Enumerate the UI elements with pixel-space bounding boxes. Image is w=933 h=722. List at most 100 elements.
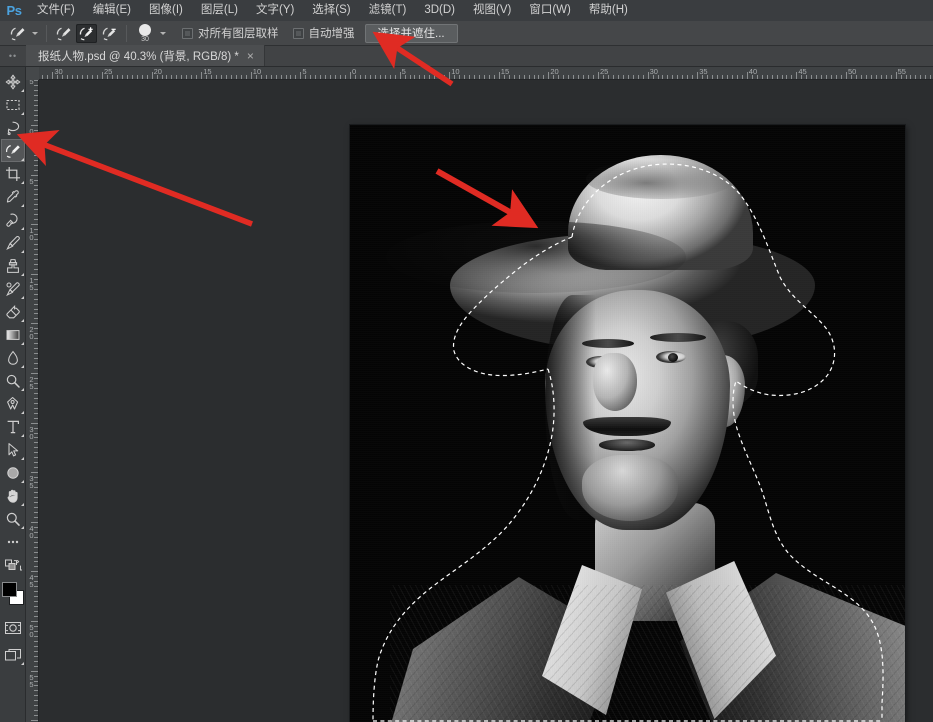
ruler-tick [34, 259, 38, 260]
auto-enhance-checkbox[interactable]: 自动增强 [293, 25, 355, 41]
menu-view[interactable]: 视图(V) [464, 0, 520, 21]
ruler-tick [34, 189, 38, 190]
eraser-tool[interactable] [1, 300, 25, 323]
ruler-tick [578, 75, 579, 79]
menu-image[interactable]: 图像(I) [140, 0, 192, 21]
menu-layer[interactable]: 图层(L) [192, 0, 247, 21]
ruler-tick [786, 75, 787, 79]
lasso-tool[interactable] [1, 116, 25, 139]
ruler-tick [34, 502, 38, 503]
menu-select[interactable]: 选择(S) [303, 0, 359, 21]
quick-selection-icon[interactable] [7, 24, 28, 43]
quick-selection-tool[interactable] [1, 139, 25, 162]
canvas-workspace[interactable] [39, 80, 933, 722]
eyebrow-left [582, 339, 634, 348]
ruler-tick [667, 75, 668, 79]
ruler-tick [777, 75, 778, 79]
menu-type[interactable]: 文字(Y) [247, 0, 303, 21]
ruler-tick [414, 75, 415, 79]
ruler-tick [325, 75, 326, 79]
document-tab[interactable]: 报纸人物.psd @ 40.3% (背景, RGB/8) * × [26, 45, 265, 66]
select-and-mask-button[interactable]: 选择并遮住... [365, 24, 458, 43]
ruler-tick [34, 512, 38, 513]
tool-preset-chevron-down-icon[interactable] [29, 24, 40, 43]
ruler-tick [34, 368, 38, 369]
ruler-tick [34, 561, 38, 562]
tool-expand-triangle-icon [21, 181, 24, 184]
ruler-label: 5 [400, 67, 406, 76]
brush-size-preview[interactable]: 30 [133, 22, 157, 44]
ruler-tick [826, 75, 827, 79]
path-selection-tool[interactable] [1, 438, 25, 461]
ruler-tick [429, 75, 430, 79]
horizontal-ruler[interactable]: 302520151050510152025303540455055 [26, 67, 933, 80]
ellipse-shape-tool[interactable] [1, 461, 25, 484]
screen-mode-button[interactable] [1, 643, 25, 666]
blur-tool[interactable] [1, 346, 25, 369]
gradient-tool[interactable] [1, 323, 25, 346]
ruler-tick [286, 75, 287, 79]
ruler-tick [34, 204, 38, 205]
vertical-ruler[interactable]: 50510152025303540455055 [26, 80, 39, 722]
ruler-tick [816, 75, 817, 79]
brush-picker-chevron-down-icon[interactable] [157, 24, 168, 43]
sample-all-layers-checkbox[interactable]: 对所有图层取样 [182, 25, 279, 41]
ruler-tick [34, 547, 38, 548]
dodge-tool[interactable] [1, 369, 25, 392]
eyedropper-tool[interactable] [1, 185, 25, 208]
ruler-tick [330, 75, 331, 79]
ruler-tick [226, 75, 227, 79]
add-to-selection-mode[interactable] [76, 24, 97, 43]
menu-window[interactable]: 窗口(W) [520, 0, 580, 21]
ruler-tick [34, 269, 38, 270]
ruler-label: 5 [27, 177, 36, 184]
ruler-tick [34, 145, 38, 146]
history-brush-tool[interactable] [1, 277, 25, 300]
subtract-from-selection-mode[interactable] [99, 24, 120, 43]
ruler-tick [31, 373, 38, 374]
menu-edit[interactable]: 编辑(E) [84, 0, 140, 21]
ruler-label: 25 [102, 67, 112, 76]
type-tool[interactable] [1, 415, 25, 438]
tool-expand-triangle-icon [21, 526, 24, 529]
menu-help[interactable]: 帮助(H) [580, 0, 637, 21]
eyebrow-right [650, 333, 706, 342]
menu-file[interactable]: 文件(F) [28, 0, 84, 21]
crop-tool[interactable] [1, 162, 25, 185]
rectangular-marquee-tool[interactable] [1, 93, 25, 116]
document-canvas[interactable] [350, 125, 905, 722]
ruler-tick [34, 294, 38, 295]
foreground-color-swatch[interactable] [2, 582, 17, 597]
menu-filter[interactable]: 滤镜(T) [360, 0, 416, 21]
zoom-tool[interactable] [1, 507, 25, 530]
tabbar-grip-icon[interactable]: •• [0, 45, 26, 66]
ruler-tick [34, 318, 38, 319]
ruler-tick [92, 75, 93, 79]
close-icon[interactable]: × [245, 50, 256, 62]
ruler-tick [861, 75, 862, 79]
sample-all-layers-box-icon[interactable] [182, 28, 193, 39]
new-selection-mode[interactable] [53, 24, 74, 43]
pen-tool[interactable] [1, 392, 25, 415]
move-tool[interactable] [1, 70, 25, 93]
ruler-label: 5 [300, 67, 306, 76]
menu-3d[interactable]: 3D(D) [415, 0, 464, 21]
ruler-tick [320, 75, 321, 79]
ruler-tick [687, 75, 688, 79]
tool-preset-picker[interactable] [7, 24, 40, 43]
ruler-tick [34, 606, 38, 607]
swap-colors-tool[interactable] [1, 553, 25, 576]
spot-healing-brush-tool[interactable] [1, 208, 25, 231]
color-swatches[interactable] [0, 580, 26, 610]
hand-tool[interactable] [1, 484, 25, 507]
brush-tool[interactable] [1, 231, 25, 254]
clone-stamp-tool[interactable] [1, 254, 25, 277]
ruler-tick [722, 75, 723, 79]
ruler-label: 15 [201, 67, 211, 76]
edit-toolbar-more[interactable] [1, 530, 25, 553]
quick-mask-button[interactable] [1, 616, 25, 639]
tool-expand-triangle-icon [21, 457, 24, 460]
ruler-tick [34, 398, 38, 399]
auto-enhance-box-icon[interactable] [293, 28, 304, 39]
ruler-tick [290, 75, 291, 79]
